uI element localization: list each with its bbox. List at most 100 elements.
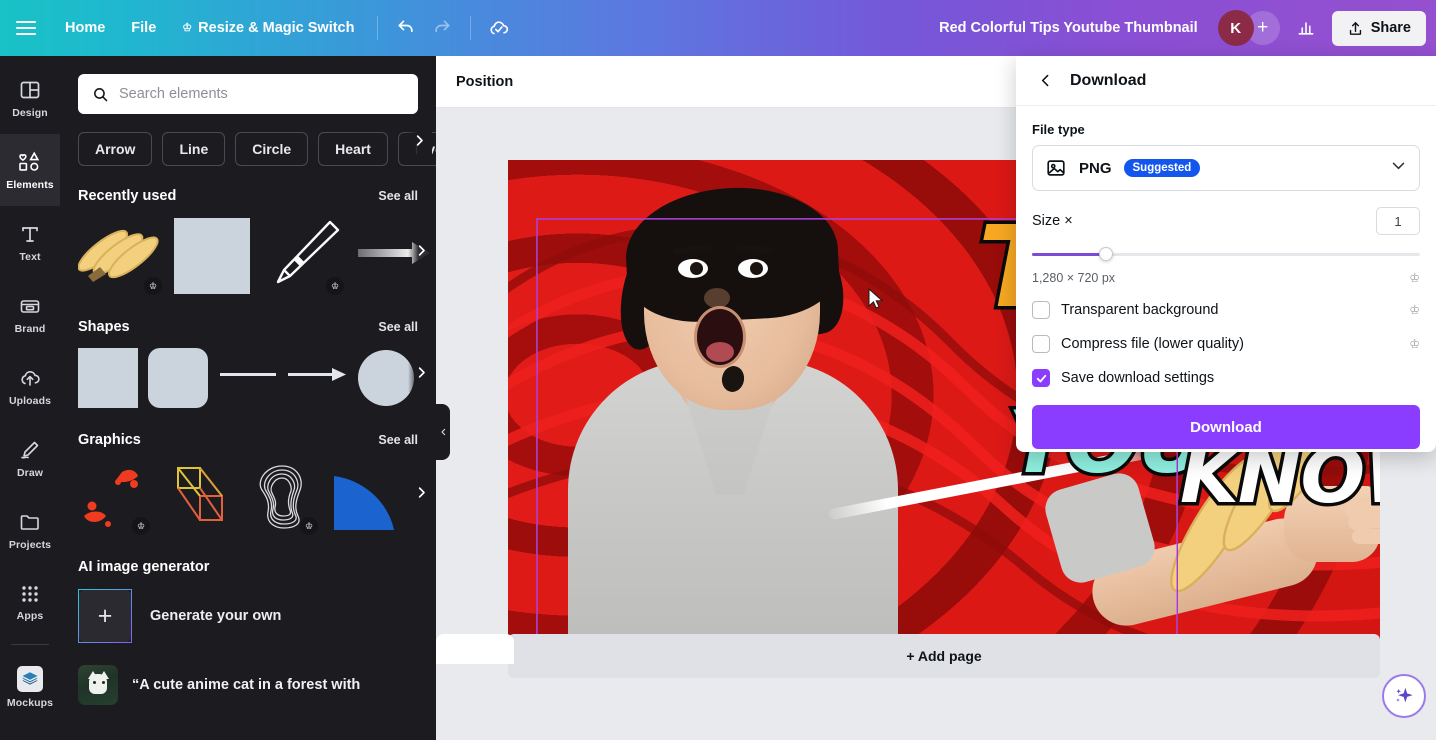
size-input[interactable]: 1 <box>1376 207 1420 235</box>
share-button[interactable]: Share <box>1331 10 1426 46</box>
search-icon <box>94 87 108 101</box>
shape-tile-line-arrow[interactable] <box>288 345 348 410</box>
avatar[interactable]: K <box>1217 10 1254 46</box>
bar-chart-icon[interactable] <box>1288 10 1324 46</box>
crown-icon: ♔ <box>182 21 193 34</box>
ai-generate-row[interactable]: + Generate your own <box>60 575 436 643</box>
option-save-download-settings[interactable]: Save download settings <box>1032 369 1420 387</box>
sidebar-item-text[interactable]: Text <box>0 206 60 278</box>
scroll-right-shapes[interactable] <box>408 353 434 392</box>
chevron-left-icon <box>1041 74 1048 87</box>
image-file-icon <box>1047 160 1065 176</box>
generate-your-own-label: Generate your own <box>150 608 282 624</box>
download-button[interactable]: Download <box>1032 405 1420 449</box>
download-panel-header: Download <box>1016 56 1436 106</box>
checkbox-save-download-settings[interactable] <box>1032 369 1050 387</box>
see-all-graphics[interactable]: See all <box>378 433 418 447</box>
ai-prompt-row[interactable]: “A cute anime cat in a forest with <box>60 651 436 705</box>
checkbox-compress-file[interactable] <box>1032 335 1050 353</box>
sidebar-item-mockups[interactable]: Mockups <box>0 651 60 723</box>
menu-item-file-label: File <box>131 20 157 36</box>
menu-item-file[interactable]: File <box>118 13 169 43</box>
hamburger-icon[interactable] <box>0 0 52 56</box>
search-placeholder: Search elements <box>119 86 228 102</box>
document-title[interactable]: Red Colorful Tips Youtube Thumbnail <box>927 13 1210 43</box>
option-compress-file-label: Compress file (lower quality) <box>1061 336 1244 352</box>
position-button[interactable]: Position <box>456 74 513 90</box>
chevron-down-icon[interactable] <box>1390 157 1407 179</box>
size-slider[interactable] <box>1032 247 1420 261</box>
element-tile-square[interactable] <box>174 217 250 294</box>
redo-icon[interactable] <box>424 10 460 46</box>
graphic-tile-splatter[interactable]: ♔ <box>78 458 152 537</box>
chip-circle[interactable]: Circle <box>235 132 309 166</box>
sidebar-item-apps[interactable]: Apps <box>0 566 60 638</box>
shape-tile-line[interactable] <box>218 345 278 410</box>
panel-collapse-handle[interactable] <box>436 404 450 460</box>
shape-tile-circle[interactable] <box>358 349 414 406</box>
sidebar-item-mockups-label: Mockups <box>6 696 54 709</box>
element-tile-pen[interactable]: ♔ <box>260 214 346 297</box>
cloud-saved-icon[interactable] <box>481 10 517 46</box>
crown-icon: ♔ <box>144 277 162 295</box>
section-header-recently-used: Recently used See all <box>60 188 436 204</box>
elements-panel: Search elements Arrow Line Circle Heart … <box>60 56 436 740</box>
chip-arrow[interactable]: Arrow <box>78 132 153 166</box>
sidebar-item-uploads[interactable]: Uploads <box>0 350 60 422</box>
option-transparent-background[interactable]: Transparent background ♔ <box>1032 301 1420 319</box>
shape-tile-square[interactable] <box>78 347 138 408</box>
recently-used-row: ♔ ♔ <box>60 204 436 297</box>
element-tile-bread[interactable]: ♔ <box>77 214 164 297</box>
search-input[interactable]: Search elements <box>78 74 418 114</box>
chip-line[interactable]: Line <box>162 132 226 166</box>
plus-icon[interactable]: + <box>78 589 132 643</box>
slider-knob[interactable] <box>1098 247 1113 261</box>
crown-icon: ♔ <box>1409 337 1420 351</box>
sidebar-item-design[interactable]: Design <box>0 62 60 134</box>
ai-prompt-text: “A cute anime cat in a forest with <box>132 677 361 693</box>
slider-fill <box>1032 253 1106 256</box>
sidebar-item-projects-label: Projects <box>8 538 52 551</box>
file-type-select[interactable]: PNG Suggested <box>1032 145 1420 191</box>
size-label: Size × <box>1032 213 1073 229</box>
brand-wallet-icon <box>20 299 40 313</box>
menu-item-resize-magic-switch[interactable]: ♔ Resize & Magic Switch <box>169 13 367 43</box>
filter-chips: Arrow Line Circle Heart Live <box>60 114 436 166</box>
shape-tile-rounded-square[interactable] <box>148 347 208 408</box>
crown-icon: ♔ <box>1409 271 1420 285</box>
design-layout-icon <box>20 81 40 98</box>
sidebar-item-draw[interactable]: Draw <box>0 422 60 494</box>
chevron-left-icon <box>440 428 445 436</box>
graphic-tile-blob-lines[interactable]: ♔ <box>246 458 320 537</box>
download-panel-body: File type PNG Suggested Size × 1 1,280 ×… <box>1016 106 1436 387</box>
chip-heart[interactable]: Heart <box>318 132 388 166</box>
check-icon <box>1036 374 1046 382</box>
mockups-stack-icon <box>17 665 43 692</box>
sidebar-item-projects[interactable]: Projects <box>0 494 60 566</box>
magic-sparkle-icon[interactable] <box>1382 674 1426 718</box>
menu-item-home-label: Home <box>65 20 106 36</box>
chevron-right-icon[interactable] <box>406 125 432 155</box>
undo-icon[interactable] <box>388 10 424 46</box>
sidebar-item-design-label: Design <box>12 106 48 119</box>
graphic-tile-blue-swoosh[interactable] <box>330 458 400 537</box>
sidebar-item-elements[interactable]: Elements <box>0 134 60 206</box>
option-compress-file[interactable]: Compress file (lower quality) ♔ <box>1032 335 1420 353</box>
see-all-shapes[interactable]: See all <box>378 320 418 334</box>
add-page-button[interactable]: + Add page <box>508 634 1380 678</box>
file-type-label: File type <box>1032 122 1085 137</box>
checkbox-transparent-background[interactable] <box>1032 301 1050 319</box>
draw-pen-icon <box>21 441 39 459</box>
elements-shapes-icon <box>19 151 40 171</box>
share-button-label: Share <box>1370 20 1411 36</box>
back-button[interactable] <box>1032 68 1058 94</box>
header-left-group: Home File ♔ Resize & Magic Switch <box>0 0 517 56</box>
graphic-tile-3d-box[interactable] <box>162 458 236 537</box>
top-header-bar: Home File ♔ Resize & Magic Switch Red Co… <box>0 0 1436 56</box>
scroll-right-graphics[interactable] <box>408 473 434 512</box>
person-photo <box>526 172 956 650</box>
menu-item-home[interactable]: Home <box>52 13 118 43</box>
sidebar-item-brand[interactable]: Brand <box>0 278 60 350</box>
see-all-recently-used[interactable]: See all <box>378 189 418 203</box>
scroll-right-recently-used[interactable] <box>408 231 434 270</box>
